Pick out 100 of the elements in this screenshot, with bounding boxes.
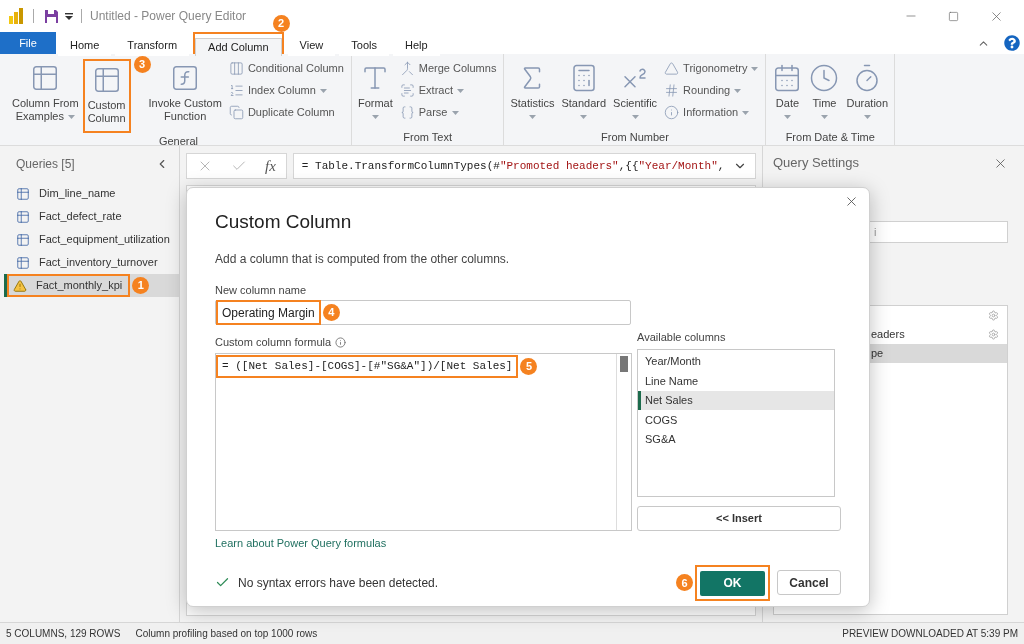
ribbon-button[interactable]: Conditional Column — [228, 59, 344, 78]
dialog-description: Add a column that is computed from the other columns. — [215, 250, 511, 268]
caret-icon — [751, 66, 759, 71]
caret-icon — [451, 110, 459, 115]
dropdown-icon[interactable] — [65, 12, 73, 20]
group-label: From Date & Time — [784, 130, 876, 145]
ribbon-icon — [809, 63, 840, 93]
ribbon-button[interactable]: Trigonometry — [664, 59, 759, 78]
column-item[interactable]: SG&A — [638, 429, 834, 449]
fx-button[interactable]: fx — [265, 154, 276, 178]
ribbon-icon — [664, 105, 680, 120]
table-icon — [16, 255, 30, 270]
ribbon-button[interactable]: Duplicate Column — [228, 103, 344, 122]
status-text: PREVIEW DOWNLOADED AT 5:39 PM — [842, 627, 1018, 641]
callout-number: 4 — [322, 304, 340, 321]
caret-icon — [734, 88, 742, 93]
ribbon-button[interactable]: Duration — [843, 59, 892, 129]
group-label: From Number — [600, 130, 670, 145]
callout-number: 5 — [520, 357, 538, 375]
warning-icon — [13, 278, 27, 293]
column-name-field[interactable]: Operating Margin 4 — [215, 300, 631, 325]
info-icon — [335, 336, 347, 348]
group-label: General — [157, 134, 199, 149]
ribbon-icon — [399, 61, 415, 76]
formula-bar[interactable]: = Table.TransformColumnTypes(#"Promoted headers",{{"Year/Month", — [292, 153, 756, 179]
caret-icon — [319, 88, 327, 93]
ribbon-button[interactable]: Scientific — [610, 59, 661, 129]
ribbon-button[interactable]: Statistics — [507, 59, 558, 129]
table-icon — [16, 232, 30, 247]
formula-editor[interactable]: = ([Net Sales]-[COGS]-[#"SG&A"])/[Net Sales] 5 — [215, 352, 632, 531]
ribbon-icon — [228, 83, 244, 98]
field-label: New column name — [215, 282, 308, 298]
step-name: pe — [871, 346, 884, 362]
caret-icon — [863, 115, 871, 119]
field-label: Available columns — [637, 330, 727, 345]
query-item[interactable]: Fact_equipment_utilization — [4, 228, 179, 251]
ribbon-icon — [228, 105, 244, 120]
step-item[interactable]: eaders — [774, 325, 1007, 344]
ribbon-button[interactable]: Parse — [399, 103, 497, 122]
query-item[interactable]: Dim_line_name — [4, 182, 179, 205]
close-button[interactable] — [844, 194, 859, 209]
query-name: Dim_line_name — [39, 186, 116, 202]
cancel-button[interactable]: Cancel — [777, 570, 841, 596]
caret-icon — [67, 114, 75, 119]
highlight-frame: Operating Margin — [216, 300, 321, 325]
ribbon-icon — [664, 83, 680, 98]
callout-number: 3 — [133, 56, 151, 73]
caret-icon — [784, 115, 791, 119]
ok-button[interactable]: OK — [700, 570, 765, 596]
ribbon-icon — [399, 105, 415, 120]
query-item[interactable]: Fact_inventory_turnover — [4, 251, 179, 274]
ribbon-button[interactable]: Information — [664, 103, 759, 122]
file-tab[interactable]: File — [0, 32, 56, 54]
query-item[interactable]: Fact_monthly_kpi 1 — [4, 274, 179, 297]
ribbon-button[interactable]: Extract — [399, 81, 497, 100]
column-item[interactable]: COGS — [638, 410, 834, 430]
caret-icon — [631, 115, 639, 119]
ribbon-button[interactable]: Custom Column — [84, 61, 129, 131]
validation-message: No syntax errors have been detected. — [238, 574, 440, 592]
ribbon-icon — [228, 61, 244, 76]
ribbon-button[interactable]: Rounding — [664, 81, 759, 100]
ribbon-button[interactable]: Format — [354, 59, 396, 129]
ribbon-button[interactable]: Time — [806, 59, 843, 129]
caret-icon — [580, 115, 588, 119]
scrollbar[interactable] — [616, 353, 631, 530]
column-item[interactable]: Line Name — [638, 371, 834, 391]
query-name: Fact_inventory_turnover — [39, 255, 158, 271]
field-label: Custom column formula — [215, 335, 332, 350]
pane-title: Query Settings — [773, 154, 859, 173]
ribbon-icon — [399, 83, 415, 98]
column-item[interactable]: Net Sales — [638, 390, 834, 410]
query-name: Fact_monthly_kpi — [36, 278, 123, 294]
callout-number: 2 — [272, 15, 290, 32]
table-icon — [16, 186, 30, 201]
ribbon-tab[interactable]: Add Column — [195, 37, 282, 56]
caret-icon — [371, 115, 379, 119]
ribbon-button[interactable]: Merge Columns — [399, 59, 497, 78]
maximize-icon[interactable] — [948, 10, 959, 22]
window-title: Untitled - Power Query Editor — [90, 8, 247, 25]
status-text: 5 COLUMNS, 129 ROWS — [6, 627, 121, 641]
caret-icon — [821, 115, 828, 119]
status-text: Column profiling based on top 1000 rows — [135, 627, 318, 641]
callout-number: 1 — [132, 277, 150, 294]
caret-icon — [528, 115, 536, 119]
help-icon[interactable] — [1004, 35, 1020, 51]
ribbon-button[interactable]: Date — [769, 59, 806, 129]
formula-text: = Table.TransformColumnTypes(#"Promoted headers",{{"Year/Month", — [301, 158, 725, 174]
table-icon — [16, 209, 30, 224]
callout-number: 6 — [676, 574, 693, 592]
query-item[interactable]: Fact_defect_rate — [4, 205, 179, 228]
save-icon[interactable] — [44, 8, 59, 24]
formula-help-link[interactable]: Learn about Power Query formulas — [215, 534, 841, 551]
caret-icon — [457, 88, 464, 93]
insert-button[interactable]: << Insert — [637, 505, 841, 531]
ribbon-button[interactable]: Standard — [558, 59, 610, 129]
ribbon-button[interactable]: Index Column — [228, 81, 344, 100]
step-name: eaders — [871, 327, 905, 343]
query-name: Fact_defect_rate — [39, 209, 122, 225]
highlight-frame: = ([Net Sales]-[COGS]-[#"SG&A"])/[Net Sales] — [216, 354, 519, 378]
ribbon-button[interactable]: Column From Examples — [9, 59, 82, 129]
